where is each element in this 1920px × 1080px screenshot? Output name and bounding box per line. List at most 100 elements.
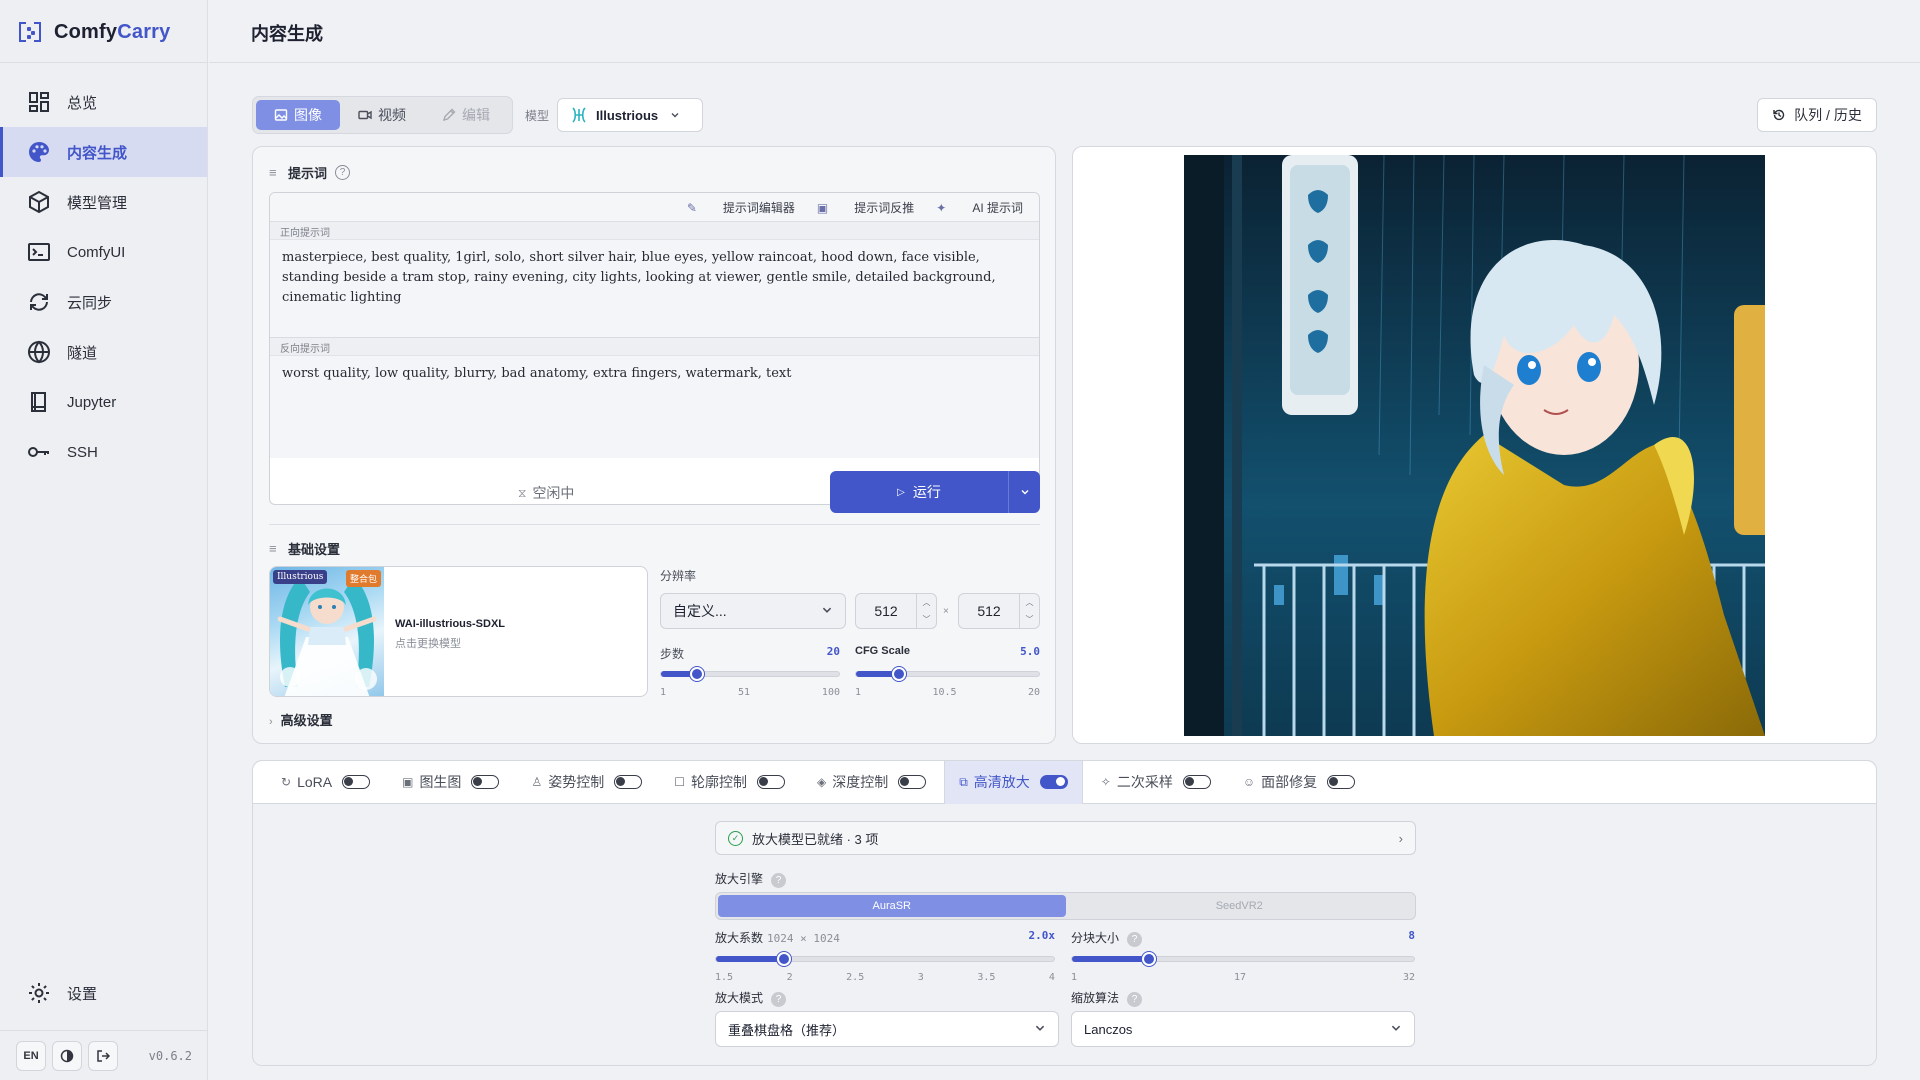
tab-depth-control[interactable]: ◈ 深度控制 (803, 761, 940, 804)
upscale-toggle[interactable] (1039, 775, 1068, 789)
history-icon (1773, 109, 1785, 121)
steps-slider-handle[interactable] (689, 667, 704, 681)
engine-option-aurasr[interactable]: AuraSR (718, 895, 1066, 917)
cloud-sync-icon (27, 290, 51, 314)
tab-video[interactable]: 视频 (340, 100, 424, 130)
tab-resample[interactable]: ✧ 二次采样 (1087, 761, 1225, 804)
model-card[interactable]: Illustrious 整合包 WAI-illustrious-SDXL 点击更… (269, 566, 648, 697)
upscale-models-status[interactable]: ✓ 放大模型已就绪 · 3 项 › (715, 821, 1416, 855)
run-options-button[interactable] (1008, 471, 1040, 513)
tab-pose-control[interactable]: ♙ 姿势控制 (517, 761, 656, 804)
tile-slider-handle[interactable] (1142, 952, 1157, 966)
pose-toggle[interactable] (614, 775, 643, 789)
width-stepper[interactable]: ︿ ﹀ (916, 594, 936, 628)
cfg-slider-handle[interactable] (892, 667, 907, 681)
mode-label: 放大模式? (715, 989, 787, 1007)
tab-image[interactable]: 图像 (256, 100, 340, 130)
model-picker[interactable]: Illustrious (557, 98, 703, 132)
height-stepper[interactable]: ︿ ﹀ (1019, 594, 1039, 628)
theme-toggle-button[interactable] (52, 1040, 82, 1071)
img2img-toggle[interactable] (471, 775, 500, 789)
engine-switch: AuraSR SeedVR2 (715, 892, 1416, 920)
resolution-select[interactable]: 自定义... (660, 593, 846, 629)
chevron-down-icon (1391, 1025, 1401, 1031)
tab-img2img[interactable]: ▣ 图生图 (388, 761, 513, 804)
app-version: v0.6.2 (148, 1048, 192, 1063)
model-change-hint: 点击更换模型 (395, 638, 461, 650)
sidebar-item-comfyui[interactable]: ComfyUI (0, 227, 207, 277)
negative-prompt-label: 反向提示词 (270, 338, 1039, 356)
sidebar-item-generate[interactable]: 内容生成 (0, 127, 207, 177)
list-icon: ≡ (269, 165, 277, 180)
tile-slider[interactable] (1071, 952, 1415, 966)
tab-face-restore[interactable]: ☺ 面部修复 (1229, 761, 1369, 804)
feature-panel: ↻ LoRA ▣ 图生图 ♙ 姿势控制 ☐ 轮廓控制 ◈ 深度控制 ⧉ 高清放大 ✧ 二次采样… (252, 760, 1877, 1066)
sidebar-item-ssh[interactable]: SSH (0, 427, 207, 477)
help-icon[interactable]: ? (771, 992, 787, 1007)
help-icon[interactable]: ? (1127, 932, 1143, 947)
image-icon (274, 109, 288, 121)
positive-prompt-input[interactable]: masterpiece, best quality, 1girl, solo, … (270, 240, 1039, 338)
sidebar-item-label: SSH (67, 443, 98, 461)
prompt-reverse-button[interactable]: ▣ 提示词反推 (817, 199, 914, 216)
run-status: ⧖ 空闲中 (518, 485, 575, 501)
generated-image[interactable] (1184, 155, 1765, 736)
tab-outline-control[interactable]: ☐ 轮廓控制 (660, 761, 799, 804)
algo-label: 缩放算法? (1071, 989, 1143, 1007)
tab-lora[interactable]: ↻ LoRA (267, 761, 384, 804)
sidebar-item-label: 设置 (67, 985, 98, 1003)
help-icon[interactable]: ? (335, 165, 351, 180)
prompt-editor-button[interactable]: ✎ 提示词编辑器 (687, 199, 795, 216)
face-restore-toggle[interactable] (1327, 775, 1356, 789)
negative-prompt-input[interactable]: worst quality, low quality, blurry, bad … (270, 356, 1039, 458)
app-logo[interactable]: ComfyCarry (18, 18, 171, 46)
depth-toggle[interactable] (898, 775, 927, 789)
cfg-slider[interactable] (855, 667, 1040, 681)
dashboard-icon (27, 90, 51, 114)
queue-history-button[interactable]: 队列 / 历史 (1757, 98, 1877, 132)
width-input[interactable]: 512 ︿ ﹀ (855, 593, 937, 629)
sidebar: ComfyCarry 总览 内容生成 模型管理 ComfyUI 云同步 隧道 J… (0, 0, 208, 1080)
help-icon[interactable]: ? (1127, 992, 1143, 1007)
model-thumbnail: Illustrious 整合包 (270, 567, 384, 696)
upscale-icon: ⧉ (959, 774, 968, 789)
run-button[interactable]: ▷ 运行 (830, 471, 1008, 513)
layers-icon: ◈ (816, 775, 827, 789)
steps-slider[interactable] (660, 667, 840, 681)
help-icon[interactable]: ? (771, 873, 787, 888)
factor-slider[interactable] (715, 952, 1055, 966)
run-button-group: ▷ 运行 (830, 471, 1040, 513)
lora-toggle[interactable] (342, 775, 371, 789)
mode-tabs: 图像 视频 编辑 (252, 96, 513, 134)
tile-header: 分块大小? 8 (1071, 929, 1415, 947)
logout-button[interactable] (88, 1040, 118, 1071)
sidebar-item-settings[interactable]: 设置 (0, 968, 207, 1018)
key-icon (27, 440, 51, 464)
upscale-mode-select[interactable]: 重叠棋盘格（推荐） (715, 1011, 1059, 1047)
play-icon: ▷ (897, 486, 905, 498)
contrast-icon (60, 1049, 74, 1062)
sidebar-item-tunnel[interactable]: 隧道 (0, 327, 207, 377)
tab-upscale[interactable]: ⧉ 高清放大 (944, 760, 1083, 804)
prompt-toolbar: ✎ 提示词编辑器 ▣ 提示词反推 ✦ AI 提示词 (270, 193, 1039, 222)
resample-toggle[interactable] (1182, 775, 1211, 789)
scaling-algorithm-select[interactable]: Lanczos (1071, 1011, 1415, 1047)
advanced-settings-toggle[interactable]: › 高级设置 (269, 710, 333, 729)
notebook-icon (27, 390, 51, 414)
sidebar-item-cloud-sync[interactable]: 云同步 (0, 277, 207, 327)
pencil-icon (442, 108, 456, 122)
outline-toggle[interactable] (756, 775, 785, 789)
tab-edit[interactable]: 编辑 (424, 100, 508, 130)
sidebar-item-overview[interactable]: 总览 (0, 77, 207, 127)
cfg-ticks: 1 10.5 20 (855, 687, 1040, 698)
sidebar-item-jupyter[interactable]: Jupyter (0, 377, 207, 427)
language-button[interactable]: EN (16, 1040, 46, 1071)
logo-icon (18, 20, 42, 44)
factor-slider-handle[interactable] (776, 952, 791, 966)
image-icon: ▣ (402, 775, 414, 789)
steps-ticks: 1 51 100 (660, 687, 840, 698)
ai-prompt-button[interactable]: ✦ AI 提示词 (936, 199, 1023, 216)
height-input[interactable]: 512 ︿ ﹀ (958, 593, 1040, 629)
sidebar-item-models[interactable]: 模型管理 (0, 177, 207, 227)
engine-option-seedvr2[interactable]: SeedVR2 (1066, 895, 1414, 917)
